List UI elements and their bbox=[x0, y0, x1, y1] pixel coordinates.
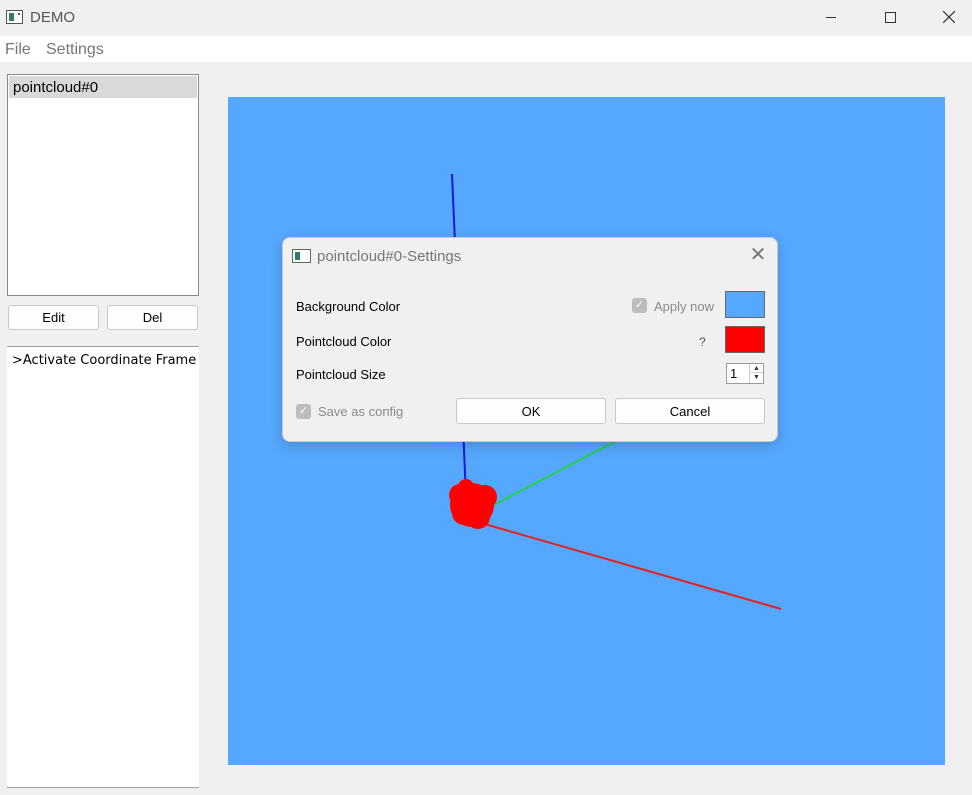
save-as-config-checkbox[interactable]: ✓ bbox=[296, 404, 311, 419]
x-axis bbox=[466, 518, 782, 610]
maximize-icon bbox=[884, 11, 896, 23]
spin-down-icon[interactable]: ▼ bbox=[750, 373, 763, 382]
background-color-swatch[interactable] bbox=[725, 291, 765, 318]
menu-settings[interactable]: Settings bbox=[46, 41, 104, 59]
dialog-app-icon bbox=[292, 249, 311, 263]
close-icon bbox=[943, 11, 955, 23]
delete-button[interactable]: Del bbox=[107, 305, 198, 330]
menu-bar: File Settings bbox=[0, 36, 972, 62]
save-as-config-label: Save as config bbox=[318, 404, 404, 419]
pointcloud-size-value: 1 bbox=[730, 366, 738, 381]
cancel-button[interactable]: Cancel bbox=[615, 398, 765, 424]
edit-button[interactable]: Edit bbox=[8, 305, 99, 330]
apply-now-checkbox[interactable]: ✓ bbox=[632, 298, 647, 313]
pointcloud-list[interactable]: pointcloud#0 bbox=[7, 74, 199, 296]
spinbox-buttons: ▲ ▼ bbox=[749, 364, 763, 383]
close-button[interactable] bbox=[926, 0, 972, 34]
spin-up-icon[interactable]: ▲ bbox=[750, 364, 763, 373]
background-color-label: Background Color bbox=[296, 299, 401, 314]
pointcloud-color-label: Pointcloud Color bbox=[296, 334, 392, 349]
log-line: >Activate Coordinate Frame bbox=[12, 353, 197, 368]
window-title: DEMO bbox=[30, 9, 75, 26]
settings-dialog: pointcloud#0-Settings ✕ Background Color… bbox=[282, 237, 778, 442]
app-icon bbox=[6, 10, 23, 24]
dialog-close-icon[interactable]: ✕ bbox=[747, 245, 769, 267]
minimize-icon bbox=[826, 16, 836, 18]
minimize-button[interactable] bbox=[808, 0, 854, 34]
help-mark: ? bbox=[699, 335, 706, 349]
log-panel: >Activate Coordinate Frame bbox=[7, 346, 199, 788]
pointcloud-size-spinbox[interactable]: 1 ▲ ▼ bbox=[726, 363, 764, 384]
list-item-pointcloud[interactable]: pointcloud#0 bbox=[9, 76, 197, 98]
title-bar: DEMO bbox=[0, 0, 972, 36]
dialog-title: pointcloud#0-Settings bbox=[317, 248, 462, 265]
pointcloud-blob bbox=[449, 479, 497, 529]
menu-file[interactable]: File bbox=[5, 41, 31, 59]
pointcloud-color-swatch[interactable] bbox=[725, 326, 765, 353]
maximize-button[interactable] bbox=[867, 0, 913, 34]
pointcloud-size-label: Pointcloud Size bbox=[296, 367, 386, 382]
ok-button[interactable]: OK bbox=[456, 398, 606, 424]
apply-now-label: Apply now bbox=[654, 299, 714, 314]
